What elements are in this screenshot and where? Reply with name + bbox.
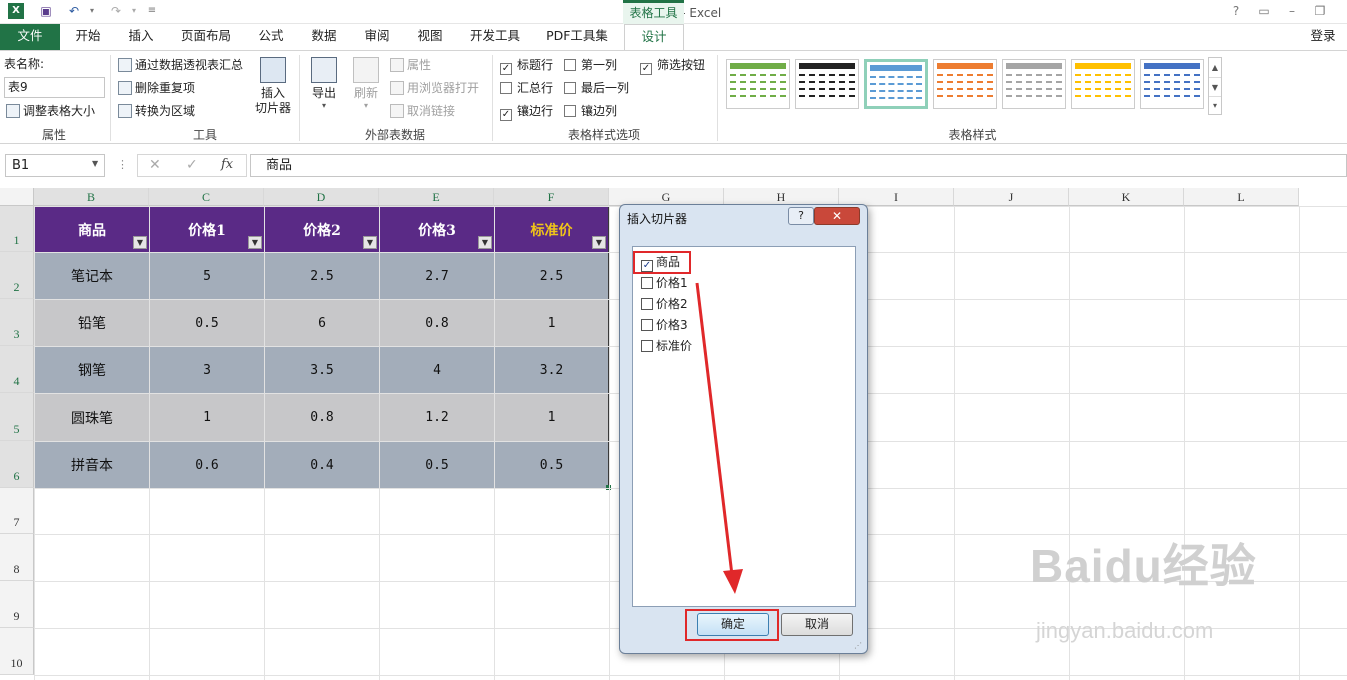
annotation-arrow bbox=[695, 282, 743, 594]
